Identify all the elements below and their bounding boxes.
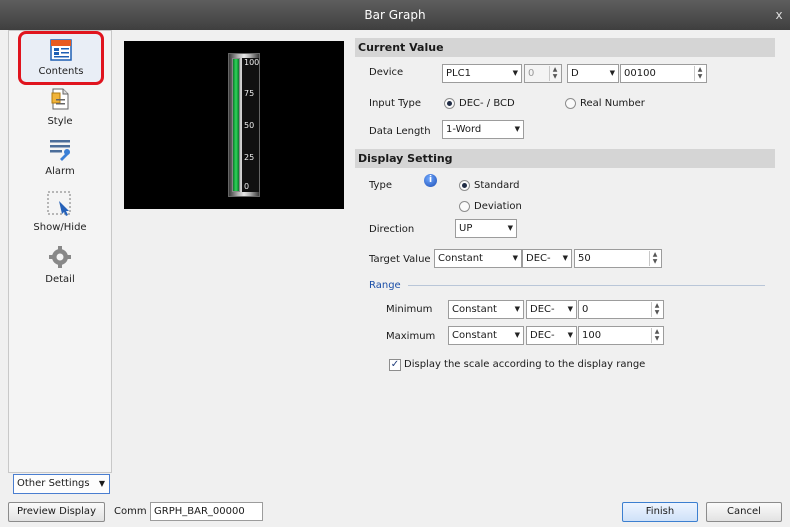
device-number-field[interactable]: 0 ▲ ▼ (524, 64, 562, 83)
input-type-dec-radio[interactable] (444, 98, 455, 109)
bar-gauge-preview: 100 75 50 25 0 (228, 53, 260, 197)
window-titlebar: Bar Graph x (0, 0, 790, 30)
range-label: Range (369, 280, 401, 291)
sidebar-item-contents[interactable]: Contents (18, 31, 104, 85)
device-label: Device (369, 67, 404, 78)
sidebar-item-style[interactable]: Style (9, 87, 111, 137)
scale-label: 50 (244, 121, 255, 130)
bar-gauge-track (232, 58, 240, 192)
minimum-label: Minimum (386, 304, 433, 315)
preview-display-button[interactable]: Preview Display (8, 502, 105, 522)
sidebar-item-show-hide[interactable]: Show/Hide (9, 191, 111, 243)
scale-display-checkbox[interactable]: ✓ (389, 359, 401, 371)
sidebar-item-detail[interactable]: Detail (9, 245, 111, 297)
maximum-value-value: 100 (582, 330, 602, 341)
cancel-button[interactable]: Cancel (706, 502, 782, 522)
other-settings-dropdown[interactable]: Other Settings ▼ (13, 474, 110, 494)
spin-icon[interactable]: ▲ ▼ (651, 302, 662, 317)
maximum-format-select[interactable]: DEC- (526, 326, 577, 345)
display-setting-header: Display Setting (355, 149, 775, 168)
target-format-select[interactable]: DEC- (522, 249, 572, 268)
bar-gauge-scale: 100 75 50 25 0 (242, 58, 259, 192)
scale-label: 100 (244, 58, 260, 67)
preview-area: 100 75 50 25 0 (124, 41, 344, 209)
data-length-label: Data Length (369, 126, 431, 137)
type-standard-radio[interactable] (459, 180, 470, 191)
sidebar-item-alarm[interactable]: Alarm (9, 137, 111, 189)
style-icon (49, 87, 71, 114)
sidebar-item-label: Show/Hide (33, 222, 87, 233)
input-type-label: Input Type (369, 98, 422, 109)
comm-field[interactable]: GRPH_BAR_00000 (150, 502, 263, 521)
input-type-real-radio[interactable] (565, 98, 576, 109)
minimum-value-value: 0 (582, 304, 589, 315)
input-type-dec-label: DEC- / BCD (459, 98, 515, 109)
alarm-icon (48, 137, 72, 164)
sidebar-item-label: Detail (45, 274, 75, 285)
window-title: Bar Graph (364, 8, 426, 22)
device-address-field[interactable]: 00100 ▲ ▼ (620, 64, 707, 83)
spin-icon[interactable]: ▲ ▼ (549, 66, 560, 81)
maximum-mode-select[interactable]: Constant (448, 326, 524, 345)
sidebar-item-label: Alarm (45, 166, 75, 177)
close-icon[interactable]: x (772, 0, 786, 30)
type-label: Type (369, 180, 392, 191)
minimum-value-field[interactable]: 0 ▲ ▼ (578, 300, 664, 319)
detail-icon (48, 245, 72, 272)
spin-icon[interactable]: ▲ ▼ (649, 251, 660, 266)
scale-display-label: Display the scale according to the displ… (404, 359, 646, 370)
range-divider (408, 285, 765, 286)
target-value-label: Target Value (369, 254, 431, 265)
device-number-value: 0 (528, 68, 535, 79)
device-plc-select[interactable]: PLC1 (442, 64, 522, 83)
target-mode-select[interactable]: Constant (434, 249, 522, 268)
type-standard-label: Standard (474, 180, 520, 191)
spin-icon[interactable]: ▲ ▼ (694, 66, 705, 81)
input-type-real-label: Real Number (580, 98, 645, 109)
maximum-label: Maximum (386, 331, 436, 342)
device-type-select[interactable]: D (567, 64, 619, 83)
scale-label: 0 (244, 182, 250, 191)
sidebar-item-label: Contents (38, 66, 84, 77)
other-settings-label: Other Settings (17, 478, 90, 489)
scale-label: 75 (244, 89, 255, 98)
minimum-mode-select[interactable]: Constant (448, 300, 524, 319)
data-length-select[interactable]: 1-Word (442, 120, 524, 139)
type-deviation-radio[interactable] (459, 201, 470, 212)
type-deviation-label: Deviation (474, 201, 522, 212)
comm-label: Comm (114, 506, 147, 517)
contents-icon (50, 39, 72, 64)
maximum-value-field[interactable]: 100 ▲ ▼ (578, 326, 664, 345)
target-value-field[interactable]: 50 ▲ ▼ (574, 249, 662, 268)
spin-icon[interactable]: ▲ ▼ (651, 328, 662, 343)
direction-label: Direction (369, 224, 415, 235)
chevron-down-icon: ▼ (98, 479, 105, 488)
show-hide-icon (47, 191, 73, 220)
current-value-header: Current Value (355, 38, 775, 57)
target-value-value: 50 (578, 253, 591, 264)
info-icon[interactable]: i (424, 174, 437, 187)
direction-select[interactable]: UP (455, 219, 517, 238)
device-address-value: 00100 (624, 68, 656, 79)
scale-label: 25 (244, 153, 255, 162)
finish-button[interactable]: Finish (622, 502, 698, 522)
sidebar: Contents Style Alarm Show/Hide Detail (8, 30, 112, 473)
sidebar-item-label: Style (47, 116, 73, 127)
bar-gauge-fill (233, 59, 239, 191)
minimum-format-select[interactable]: DEC- (526, 300, 577, 319)
